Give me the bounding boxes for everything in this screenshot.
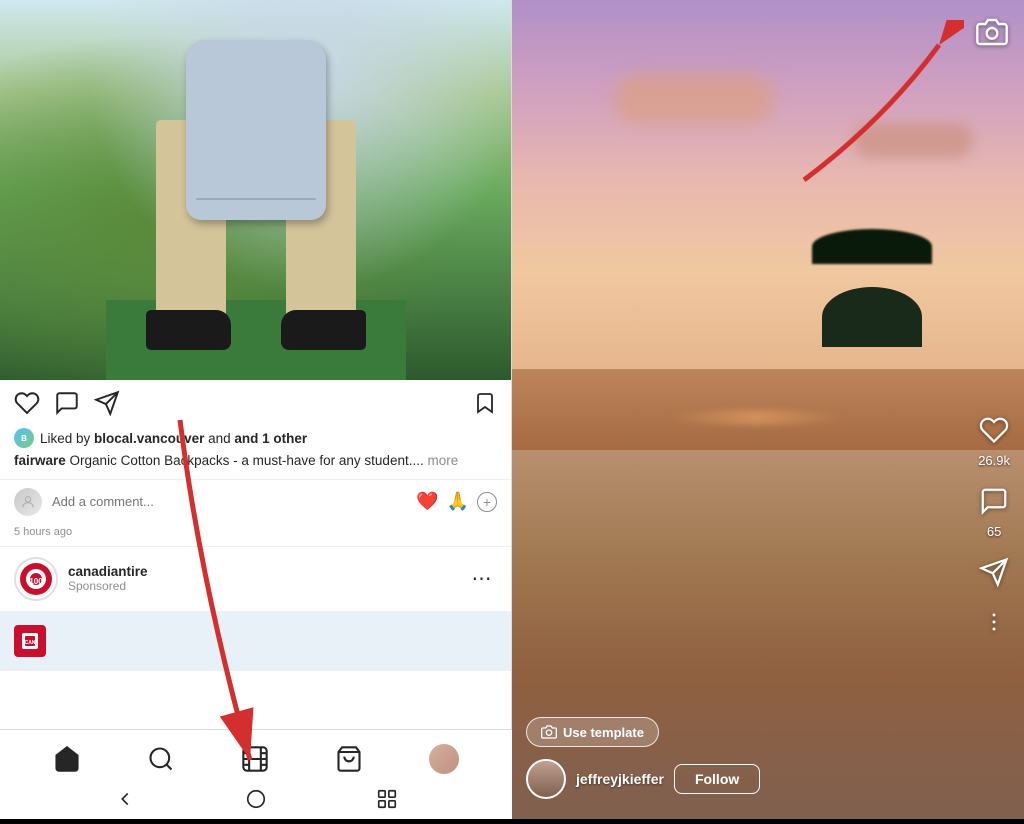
sponsored-avatar: 100 bbox=[14, 557, 58, 601]
comment-emojis: ❤️ 🙏 + bbox=[416, 491, 497, 512]
backpack-figure bbox=[106, 0, 406, 380]
camera-icon[interactable] bbox=[976, 16, 1008, 53]
comment-row: ❤️ 🙏 + bbox=[0, 479, 511, 524]
profile-avatar bbox=[429, 744, 459, 774]
sys-nav-home[interactable] bbox=[233, 784, 279, 814]
liked-by-row: B Liked by blocal.vancouver and and 1 ot… bbox=[14, 428, 497, 448]
sponsored-info: canadiantire Sponsored bbox=[68, 564, 457, 593]
reel-username[interactable]: jeffreyjkieffer bbox=[576, 771, 664, 787]
comment-count: 65 bbox=[987, 524, 1001, 539]
reel-share-button[interactable] bbox=[979, 557, 1009, 592]
left-panel-wrapper: B Liked by blocal.vancouver and and 1 ot… bbox=[0, 0, 512, 819]
reel-comment-button[interactable]: 65 bbox=[979, 486, 1009, 539]
commenter-avatar bbox=[14, 488, 42, 516]
nav-profile[interactable] bbox=[423, 738, 465, 780]
heart-emoji[interactable]: ❤️ bbox=[416, 491, 438, 512]
reel-bottom-info: Use template jeffreyjkieffer Follow bbox=[512, 703, 964, 819]
sys-nav-recents[interactable] bbox=[364, 784, 410, 814]
like-count: 26.9k bbox=[978, 453, 1010, 468]
svg-text:100: 100 bbox=[29, 577, 43, 586]
bottom-nav bbox=[0, 729, 512, 819]
liker-avatar: B bbox=[14, 428, 34, 448]
follow-button[interactable]: Follow bbox=[674, 764, 760, 794]
like-button[interactable] bbox=[14, 390, 40, 416]
system-nav bbox=[0, 784, 512, 819]
reel-user-avatar[interactable] bbox=[526, 759, 566, 799]
more-emojis-button[interactable]: + bbox=[477, 492, 497, 512]
bookmark-button[interactable] bbox=[473, 391, 497, 415]
liked-by-text: Liked by blocal.vancouver and and 1 othe… bbox=[40, 431, 307, 446]
use-template-label: Use template bbox=[563, 725, 644, 740]
post-time: 5 hours ago bbox=[0, 524, 511, 546]
post-image bbox=[0, 0, 511, 380]
reel-actions: 26.9k 65 bbox=[978, 415, 1010, 639]
use-template-button[interactable]: Use template bbox=[526, 717, 659, 747]
post-actions-bar bbox=[0, 380, 511, 426]
comment-input[interactable] bbox=[52, 494, 406, 509]
sponsored-content-area: CAN bbox=[0, 611, 511, 671]
nav-home[interactable] bbox=[47, 739, 87, 779]
sponsored-label: Sponsored bbox=[68, 579, 457, 593]
sponsored-username[interactable]: canadiantire bbox=[68, 564, 457, 579]
sys-nav-back[interactable] bbox=[102, 784, 148, 814]
hands-emoji[interactable]: 🙏 bbox=[447, 491, 469, 512]
nav-search[interactable] bbox=[141, 739, 181, 779]
right-panel: 26.9k 65 bbox=[512, 0, 1024, 819]
instagram-left-panel: B Liked by blocal.vancouver and and 1 ot… bbox=[0, 0, 512, 819]
svg-text:CAN: CAN bbox=[25, 640, 36, 646]
reel-like-button[interactable]: 26.9k bbox=[978, 415, 1010, 468]
nav-shop[interactable] bbox=[329, 739, 369, 779]
caption-text: Organic Cotton Backpacks - a must-have f… bbox=[70, 453, 424, 468]
caption-more[interactable]: more bbox=[427, 453, 458, 468]
reel-more-button[interactable] bbox=[982, 610, 1006, 639]
comment-icon bbox=[979, 486, 1009, 521]
comment-button[interactable] bbox=[54, 390, 80, 416]
reel-user-row: jeffreyjkieffer Follow bbox=[526, 759, 950, 799]
post-meta: B Liked by blocal.vancouver and and 1 ot… bbox=[0, 426, 511, 479]
nav-icons bbox=[0, 730, 512, 784]
like-icon bbox=[979, 415, 1009, 450]
share-icon bbox=[979, 557, 1009, 592]
share-button[interactable] bbox=[94, 390, 120, 416]
caption-username[interactable]: fairware bbox=[14, 453, 66, 468]
nav-reels[interactable] bbox=[235, 739, 275, 779]
sponsored-more-button[interactable]: ⋯ bbox=[467, 566, 497, 591]
sponsored-post-row: 100 canadiantire Sponsored ⋯ bbox=[0, 546, 511, 611]
post-caption: fairware Organic Cotton Backpacks - a mu… bbox=[14, 452, 497, 471]
